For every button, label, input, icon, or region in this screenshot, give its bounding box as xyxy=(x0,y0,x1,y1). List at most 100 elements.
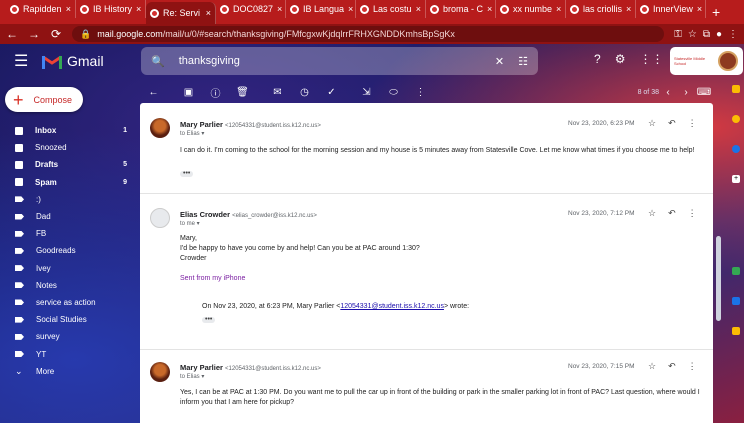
close-tab-icon[interactable]: × xyxy=(416,4,421,14)
account-switcher[interactable]: Statesville Middle School xyxy=(670,47,743,75)
close-tab-icon[interactable]: × xyxy=(66,4,71,14)
sender-name[interactable]: Elias Crowder <elias_crowder@iss.k12.nc.… xyxy=(180,210,317,219)
star-icon[interactable]: ☆ xyxy=(648,208,656,219)
sidebar-item[interactable]: Notes xyxy=(0,277,135,294)
gmail-logo[interactable]: Gmail xyxy=(42,53,104,69)
browser-tab[interactable]: Las costu × xyxy=(356,0,426,18)
back-icon[interactable]: ← xyxy=(6,27,18,41)
browser-tab[interactable]: IB Langua × xyxy=(286,0,356,18)
reload-icon[interactable]: ⟳ xyxy=(50,27,62,41)
calendar-icon[interactable] xyxy=(732,85,740,93)
browser-tab[interactable]: las criollis × xyxy=(566,0,636,18)
star-icon[interactable]: ☆ xyxy=(648,118,656,129)
help-icon[interactable]: ? xyxy=(594,52,601,66)
addon-icon[interactable] xyxy=(732,327,740,335)
sender-name[interactable]: Mary Parlier <12054331@student.iss.k12.n… xyxy=(180,120,321,129)
browser-tab[interactable]: xx numbe × xyxy=(496,0,566,18)
move-to-icon[interactable]: ⇲ xyxy=(353,87,380,98)
star-icon[interactable]: ☆ xyxy=(688,29,697,40)
keep-icon[interactable] xyxy=(732,115,740,123)
sidebar-item[interactable]: Ivey xyxy=(0,260,135,277)
newer-icon[interactable]: ‹ xyxy=(659,87,677,98)
sidebar-item[interactable]: Snoozed xyxy=(0,139,135,156)
add-task-icon[interactable]: ✓ xyxy=(318,87,345,98)
show-trimmed-button[interactable]: ••• xyxy=(202,316,216,323)
browser-tab[interactable]: DOC0827 × xyxy=(216,0,286,18)
search-icon[interactable]: 🔍 xyxy=(151,55,165,68)
new-tab-button[interactable]: + xyxy=(712,4,720,20)
report-spam-icon[interactable]: ⓘ xyxy=(202,85,229,100)
delete-icon[interactable]: 🗑 xyxy=(229,87,256,98)
close-tab-icon[interactable]: × xyxy=(697,4,702,14)
more-icon[interactable]: ⋮ xyxy=(688,118,697,129)
sidebar-item[interactable]: service as action xyxy=(0,294,135,311)
add-addon-icon[interactable]: + xyxy=(732,175,740,183)
extension-icon[interactable]: ⧉ xyxy=(703,29,710,40)
back-to-results-icon[interactable]: ← xyxy=(140,87,167,98)
quoted-email-link[interactable]: 12054331@student.iss.k12.nc.us xyxy=(340,303,444,310)
reply-icon[interactable]: ↶ xyxy=(668,118,676,129)
older-icon[interactable]: › xyxy=(677,87,695,98)
browser-tab[interactable]: Rapidden × xyxy=(6,0,76,18)
browser-tab[interactable]: Re: Servi × xyxy=(146,2,216,24)
sidebar-item[interactable]: Dad xyxy=(0,208,135,225)
sidebar-item[interactable]: Social Studies xyxy=(0,311,135,328)
addon-download-icon[interactable] xyxy=(732,267,740,275)
search-input[interactable]: thanksgiving xyxy=(179,55,481,67)
forward-icon[interactable]: → xyxy=(28,27,40,41)
more-icon[interactable]: ⋮ xyxy=(688,361,697,372)
sidebar-item[interactable]: :) xyxy=(0,191,135,208)
mark-unread-icon[interactable]: ✉ xyxy=(264,87,291,98)
key-icon[interactable]: ⚿ xyxy=(674,29,682,40)
recipient-line[interactable]: to Elias ▾ xyxy=(180,373,204,380)
close-tab-icon[interactable]: × xyxy=(136,4,141,14)
search-bar[interactable]: 🔍 thanksgiving ✕ ☷ xyxy=(141,47,538,75)
sidebar-item[interactable]: FB xyxy=(0,225,135,242)
close-tab-icon[interactable]: × xyxy=(277,4,282,14)
message-1[interactable]: Mary Parlier <12054331@student.iss.k12.n… xyxy=(140,103,713,194)
browser-tab[interactable]: broma - C × xyxy=(426,0,496,18)
sender-name[interactable]: Mary Parlier <12054331@student.iss.k12.n… xyxy=(180,363,321,372)
message-2[interactable]: Elias Crowder <elias_crowder@iss.k12.nc.… xyxy=(140,194,713,350)
settings-gear-icon[interactable]: ⚙ xyxy=(615,52,626,66)
snooze-icon[interactable]: ◷ xyxy=(291,87,318,98)
star-icon[interactable]: ☆ xyxy=(648,361,656,372)
input-tools-icon[interactable]: ⌨ xyxy=(695,87,713,98)
close-tab-icon[interactable]: × xyxy=(348,4,353,14)
sidebar-item[interactable]: YT xyxy=(0,345,135,362)
kebab-menu-icon[interactable]: ⋮ xyxy=(728,29,738,40)
archive-icon[interactable]: ▣ xyxy=(175,87,202,98)
sidebar-item[interactable]: Goodreads xyxy=(0,242,135,259)
apps-grid-icon[interactable]: ⋮⋮ xyxy=(639,52,663,66)
scrollbar-thumb[interactable] xyxy=(716,236,721,321)
account-avatar[interactable] xyxy=(718,51,738,71)
url-field[interactable]: 🔒 mail.google.com/mail/u/0/#search/thank… xyxy=(72,26,665,42)
more-icon[interactable]: ⋮ xyxy=(688,208,697,219)
sidebar-item[interactable]: survey xyxy=(0,328,135,345)
close-tab-icon[interactable]: × xyxy=(487,4,492,14)
recipient-line[interactable]: to Elias ▾ xyxy=(180,130,204,137)
browser-tab[interactable]: IB History × xyxy=(76,0,146,18)
more-actions-icon[interactable]: ⋮ xyxy=(407,87,434,98)
sidebar-item[interactable]: Drafts 5 xyxy=(0,156,135,173)
close-tab-icon[interactable]: × xyxy=(556,4,561,14)
recipient-line[interactable]: to me ▾ xyxy=(180,220,200,227)
browser-tab[interactable]: InnerView × xyxy=(636,0,706,18)
addon-icon[interactable] xyxy=(732,297,740,305)
label-icon[interactable]: ⬭ xyxy=(380,87,407,98)
search-options-icon[interactable]: ☷ xyxy=(518,55,528,68)
show-trimmed-button[interactable]: ••• xyxy=(180,170,194,177)
compose-button[interactable]: + Compose xyxy=(5,87,83,112)
tasks-icon[interactable] xyxy=(732,145,740,153)
close-tab-icon[interactable]: × xyxy=(626,4,631,14)
close-tab-icon[interactable]: × xyxy=(206,8,211,18)
main-menu-icon[interactable]: ☰ xyxy=(14,51,28,71)
reply-icon[interactable]: ↶ xyxy=(668,361,676,372)
profile-icon[interactable]: ● xyxy=(716,29,722,40)
clear-search-icon[interactable]: ✕ xyxy=(495,55,504,68)
sidebar-item[interactable]: ⌄ More xyxy=(0,363,135,380)
reply-icon[interactable]: ↶ xyxy=(668,208,676,219)
sidebar-item[interactable]: Inbox 1 xyxy=(0,122,135,139)
message-3[interactable]: Mary Parlier <12054331@student.iss.k12.n… xyxy=(140,350,713,423)
sidebar-item[interactable]: Spam 9 xyxy=(0,174,135,191)
